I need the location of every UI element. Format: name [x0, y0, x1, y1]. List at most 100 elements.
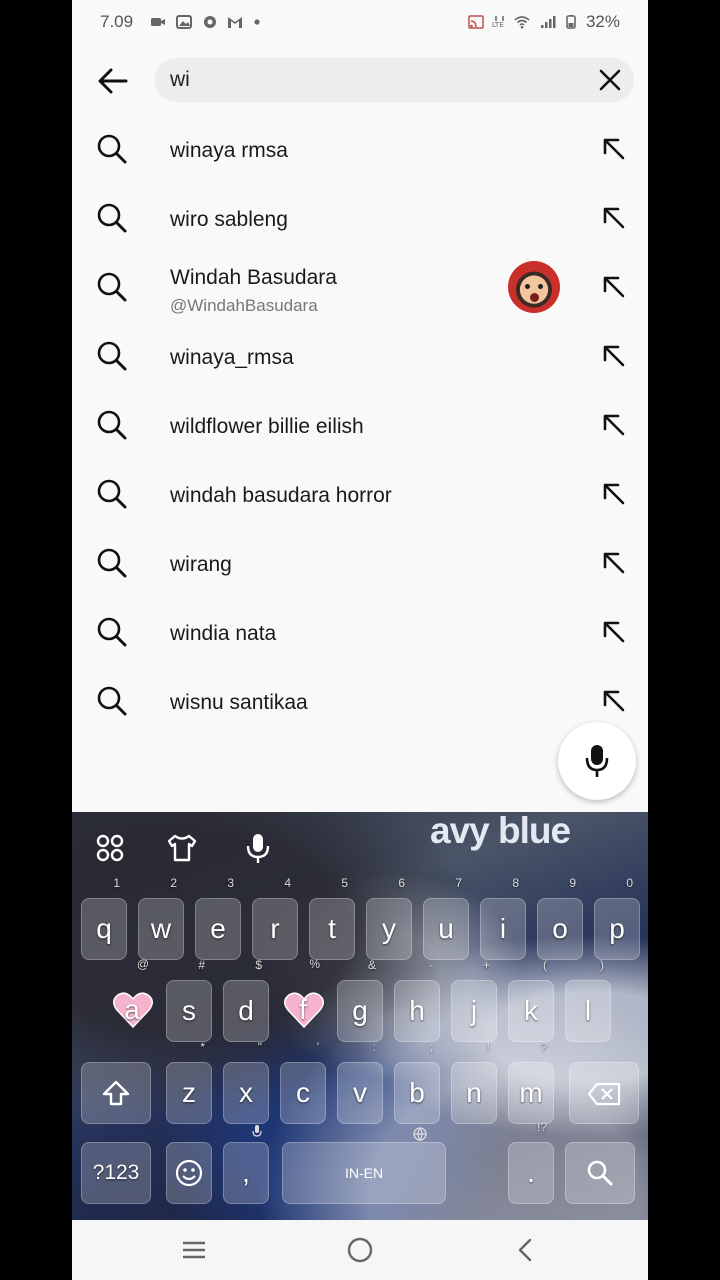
key-g[interactable]: g & — [337, 959, 383, 1042]
keyboard-voice-icon[interactable] — [242, 832, 274, 864]
key-u[interactable]: u7 — [423, 877, 469, 960]
key-j[interactable]: j + — [451, 959, 497, 1042]
system-navigation-bar — [72, 1220, 648, 1280]
video-call-icon — [151, 18, 165, 26]
suggestion-label: winaya rmsa — [170, 139, 288, 162]
fill-arrow-icon[interactable] — [602, 551, 626, 575]
suggestion-item[interactable]: wirang — [72, 529, 648, 598]
fill-arrow-icon[interactable] — [602, 413, 626, 437]
key-r[interactable]: r4 — [252, 877, 298, 960]
battery-icon — [566, 15, 576, 29]
suggestion-label: windia nata — [170, 622, 277, 645]
fill-arrow-icon[interactable] — [602, 206, 626, 230]
keyboard-theme-text: avy blue — [430, 812, 571, 851]
search-icon — [97, 134, 127, 164]
fill-arrow-icon[interactable] — [602, 689, 626, 713]
keyboard-settings-icon[interactable] — [94, 832, 126, 864]
search-icon — [97, 479, 127, 509]
fill-arrow-icon[interactable] — [602, 275, 626, 299]
period-key[interactable]: .!? — [508, 1121, 554, 1204]
search-icon — [97, 548, 127, 578]
symbols-key[interactable]: ?123 — [81, 1142, 151, 1204]
search-icon — [97, 617, 127, 647]
search-field[interactable] — [154, 58, 634, 102]
suggestion-item[interactable]: wiro sableng — [72, 184, 648, 253]
shift-key[interactable] — [81, 1062, 151, 1124]
close-icon[interactable] — [598, 68, 622, 92]
key-w[interactable]: w2 — [138, 877, 184, 960]
search-icon — [97, 272, 127, 302]
key-h[interactable]: h- — [394, 959, 440, 1042]
suggestion-item[interactable]: windia nata — [72, 598, 648, 667]
key-e[interactable]: e3 — [195, 877, 241, 960]
suggestion-item[interactable]: winaya rmsa — [72, 115, 648, 184]
key-m[interactable]: m? — [508, 1041, 554, 1124]
status-bar: 7.09 LTE 32% — [72, 0, 648, 46]
search-input[interactable] — [170, 68, 550, 92]
home-icon[interactable] — [346, 1236, 374, 1264]
cell-signal-icon — [541, 16, 556, 28]
key-x[interactable]: x " — [223, 1041, 269, 1124]
fill-arrow-icon[interactable] — [602, 482, 626, 506]
search-suggestions-list: winaya rmsa wiro sableng Windah Basudara… — [72, 115, 648, 736]
suggestion-label: winaya_rmsa — [170, 346, 294, 369]
suggestion-item-channel[interactable]: Windah Basudara @WindahBasudara — [72, 253, 648, 322]
key-o[interactable]: o9 — [537, 877, 583, 960]
app-notification-icon — [204, 16, 216, 28]
fill-arrow-icon[interactable] — [602, 620, 626, 644]
suggestion-item[interactable]: wisnu santikaa — [72, 667, 648, 736]
key-z[interactable]: z * — [166, 1041, 212, 1124]
lte-signal-icon: LTE — [492, 16, 504, 29]
key-s[interactable]: s # — [166, 959, 212, 1042]
search-icon — [97, 341, 127, 371]
backspace-key[interactable] — [569, 1062, 639, 1124]
comma-key[interactable]: , — [223, 1125, 269, 1204]
key-t[interactable]: t5 — [309, 877, 355, 960]
key-f[interactable]: f% — [280, 958, 326, 1042]
keyboard-theme-icon[interactable] — [166, 832, 198, 864]
key-d[interactable]: d $ — [223, 959, 269, 1042]
globe-icon — [413, 1127, 427, 1141]
key-l[interactable]: l) — [565, 959, 611, 1042]
key-b[interactable]: b; — [394, 1041, 440, 1124]
back-arrow-icon[interactable] — [96, 64, 130, 98]
key-k[interactable]: k( — [508, 959, 554, 1042]
fill-arrow-icon[interactable] — [602, 137, 626, 161]
suggestion-item[interactable]: wildflower billie eilish — [72, 391, 648, 460]
keyboard-search-icon — [587, 1160, 613, 1186]
key-p[interactable]: p0 — [594, 877, 640, 960]
battery-percentage: 32% — [585, 12, 620, 31]
fill-arrow-icon[interactable] — [602, 344, 626, 368]
search-icon — [97, 686, 127, 716]
comma-mic-hint-icon — [252, 1125, 262, 1137]
on-screen-keyboard: avy blue q1 w2 e3 r4 t5 y6 u7 i8 o9 p0 a… — [72, 812, 648, 1220]
svg-text:LTE: LTE — [492, 21, 504, 29]
cast-icon — [468, 15, 484, 29]
shift-arrow-icon — [102, 1080, 130, 1106]
key-q[interactable]: q1 — [81, 877, 127, 960]
channel-handle: @WindahBasudara — [170, 296, 318, 315]
key-n[interactable]: n! — [451, 1041, 497, 1124]
wifi-icon — [514, 16, 530, 29]
key-i[interactable]: i8 — [480, 877, 526, 960]
suggestion-label: wildflower billie eilish — [170, 415, 364, 438]
search-action-key[interactable] — [565, 1142, 635, 1204]
suggestion-label: wirang — [170, 553, 232, 576]
suggestion-item[interactable]: winaya_rmsa — [72, 322, 648, 391]
space-key[interactable]: IN-EN — [282, 1127, 446, 1204]
key-a[interactable]: a @ — [109, 958, 155, 1042]
search-icon — [97, 203, 127, 233]
emoji-key[interactable] — [166, 1142, 212, 1204]
suggestion-label: wisnu santikaa — [170, 691, 308, 714]
nav-back-icon[interactable] — [512, 1236, 540, 1264]
key-y[interactable]: y6 — [366, 877, 412, 960]
voice-search-button[interactable] — [558, 722, 636, 800]
more-notifications-dot-icon — [254, 19, 260, 25]
suggestion-item[interactable]: windah basudara horror — [72, 460, 648, 529]
search-bar — [72, 56, 648, 106]
search-icon — [97, 410, 127, 440]
key-v[interactable]: v: — [337, 1041, 383, 1124]
channel-avatar — [508, 261, 560, 313]
recent-apps-icon[interactable] — [180, 1236, 208, 1264]
key-c[interactable]: c ' — [280, 1041, 326, 1124]
